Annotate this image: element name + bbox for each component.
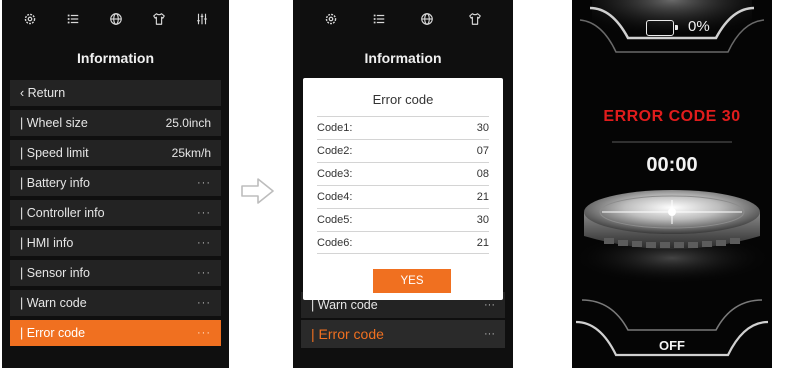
more-dots-icon: ···	[197, 267, 211, 279]
error-code-dialog: Error code Code1: 30 Code2: 07 Code3: 08 Co…	[303, 78, 503, 300]
menu-item-warn-code[interactable]: | Warn code ···	[10, 290, 221, 316]
battery-percent: 0%	[688, 18, 710, 35]
menu-item-value: 25km/h	[171, 146, 211, 160]
sliders-icon[interactable]	[191, 8, 213, 30]
code-label: Code5:	[317, 214, 353, 226]
dialog-title: Error code	[372, 92, 434, 107]
bar-marker-icon: |	[20, 296, 27, 310]
return-button[interactable]: ‹ Return	[10, 80, 221, 106]
code-value: 08	[476, 168, 489, 180]
more-dots-icon: ···	[197, 237, 211, 249]
more-dots-icon: ···	[197, 177, 211, 189]
list-item: Code1: 30	[317, 116, 489, 139]
error-display-screen: 0% ERROR CODE 30 00:00 OFF	[572, 0, 772, 368]
menu-item-label: Battery info	[26, 176, 90, 190]
menu-item-battery-info[interactable]: | Battery info ···	[10, 170, 221, 196]
bar-marker-icon: |	[20, 206, 27, 220]
shirt-icon[interactable]	[464, 8, 486, 30]
page-title: Information	[364, 50, 442, 66]
menu-item-error-code[interactable]: | Error code ···	[10, 320, 221, 346]
menu-item-value: 25.0inch	[165, 116, 211, 130]
globe-icon[interactable]	[416, 8, 438, 30]
menu-item-label: Sensor info	[26, 266, 90, 280]
menu-item-label: Warn code	[317, 298, 378, 312]
more-dots-icon: ···	[484, 299, 495, 311]
menu-item-label: HMI info	[26, 236, 74, 250]
code-label: Code1:	[317, 122, 353, 134]
information-screen: Information ‹ Return | Wheel size 25.0in…	[2, 0, 229, 368]
menu-item-label: Error code	[26, 326, 86, 340]
menu-item-sensor-info[interactable]: | Sensor info ···	[10, 260, 221, 286]
menu-item-label: Error code	[318, 326, 384, 342]
more-dots-icon: ···	[197, 327, 211, 339]
menu-item-wheel-size[interactable]: | Wheel size 25.0inch	[10, 110, 221, 136]
battery-icon	[646, 20, 678, 36]
list-item: Code4: 21	[317, 185, 489, 208]
bar-marker-icon: |	[20, 176, 27, 190]
code-label: Code2:	[317, 145, 353, 157]
error-code-list: Code1: 30 Code2: 07 Code3: 08 Code4: 21 Code…	[317, 116, 489, 254]
code-value: 07	[476, 145, 489, 157]
bar-marker-icon: |	[20, 116, 27, 130]
gear-icon[interactable]	[19, 8, 41, 30]
menu-item-speed-limit[interactable]: | Speed limit 25km/h	[10, 140, 221, 166]
list-item: Code3: 08	[317, 162, 489, 185]
bar-marker-icon: |	[311, 298, 318, 312]
more-dots-icon: ···	[484, 328, 495, 340]
error-code-dialog-screen: Information | Warn code ··· | Error code…	[293, 0, 513, 368]
list-icon[interactable]	[62, 8, 84, 30]
info-menu: ‹ Return | Wheel size 25.0inch | Speed l…	[10, 80, 221, 350]
menu-item-label: Controller info	[26, 206, 105, 220]
list-item: Code5: 30	[317, 208, 489, 231]
more-dots-icon: ···	[197, 297, 211, 309]
menu-item-error-code[interactable]: | Error code ···	[301, 320, 505, 348]
code-value: 21	[476, 236, 489, 249]
more-dots-icon: ···	[197, 207, 211, 219]
back-chevron-icon: ‹	[20, 86, 28, 100]
timer-readout: 00:00	[646, 154, 698, 176]
menu-item-label: Speed limit	[26, 146, 89, 160]
code-value: 30	[476, 122, 489, 134]
bar-marker-icon: |	[20, 266, 27, 280]
page-title: Information	[77, 50, 154, 66]
top-icon-bar	[293, 8, 513, 30]
code-label: Code4:	[317, 191, 353, 203]
bezel-decoration	[572, 0, 772, 357]
shirt-icon[interactable]	[148, 8, 170, 30]
menu-item-hmi-info[interactable]: | HMI info ···	[10, 230, 221, 256]
bar-marker-icon: |	[311, 326, 319, 342]
code-value: 21	[476, 191, 489, 203]
right-arrow-icon	[241, 178, 274, 204]
bar-marker-icon: |	[20, 146, 27, 160]
yes-button[interactable]: YES	[373, 269, 451, 293]
globe-icon[interactable]	[105, 8, 127, 30]
menu-item-label: Wheel size	[26, 116, 88, 130]
menu-item-controller-info[interactable]: | Controller info ···	[10, 200, 221, 226]
power-off-button[interactable]: OFF	[572, 338, 772, 353]
list-item: Code2: 07	[317, 139, 489, 162]
menu-item-label: Warn code	[26, 296, 87, 310]
code-label: Code6:	[317, 236, 353, 249]
bar-marker-icon: |	[20, 326, 27, 340]
gear-icon[interactable]	[320, 8, 342, 30]
list-item: Code6: 21	[317, 231, 489, 254]
top-icon-bar	[2, 8, 229, 30]
list-icon[interactable]	[368, 8, 390, 30]
code-value: 30	[476, 214, 489, 226]
bar-marker-icon: |	[20, 236, 27, 250]
code-label: Code3:	[317, 168, 353, 180]
menu-item-label: Return	[27, 86, 66, 100]
error-code-text: ERROR CODE 30	[603, 108, 741, 125]
